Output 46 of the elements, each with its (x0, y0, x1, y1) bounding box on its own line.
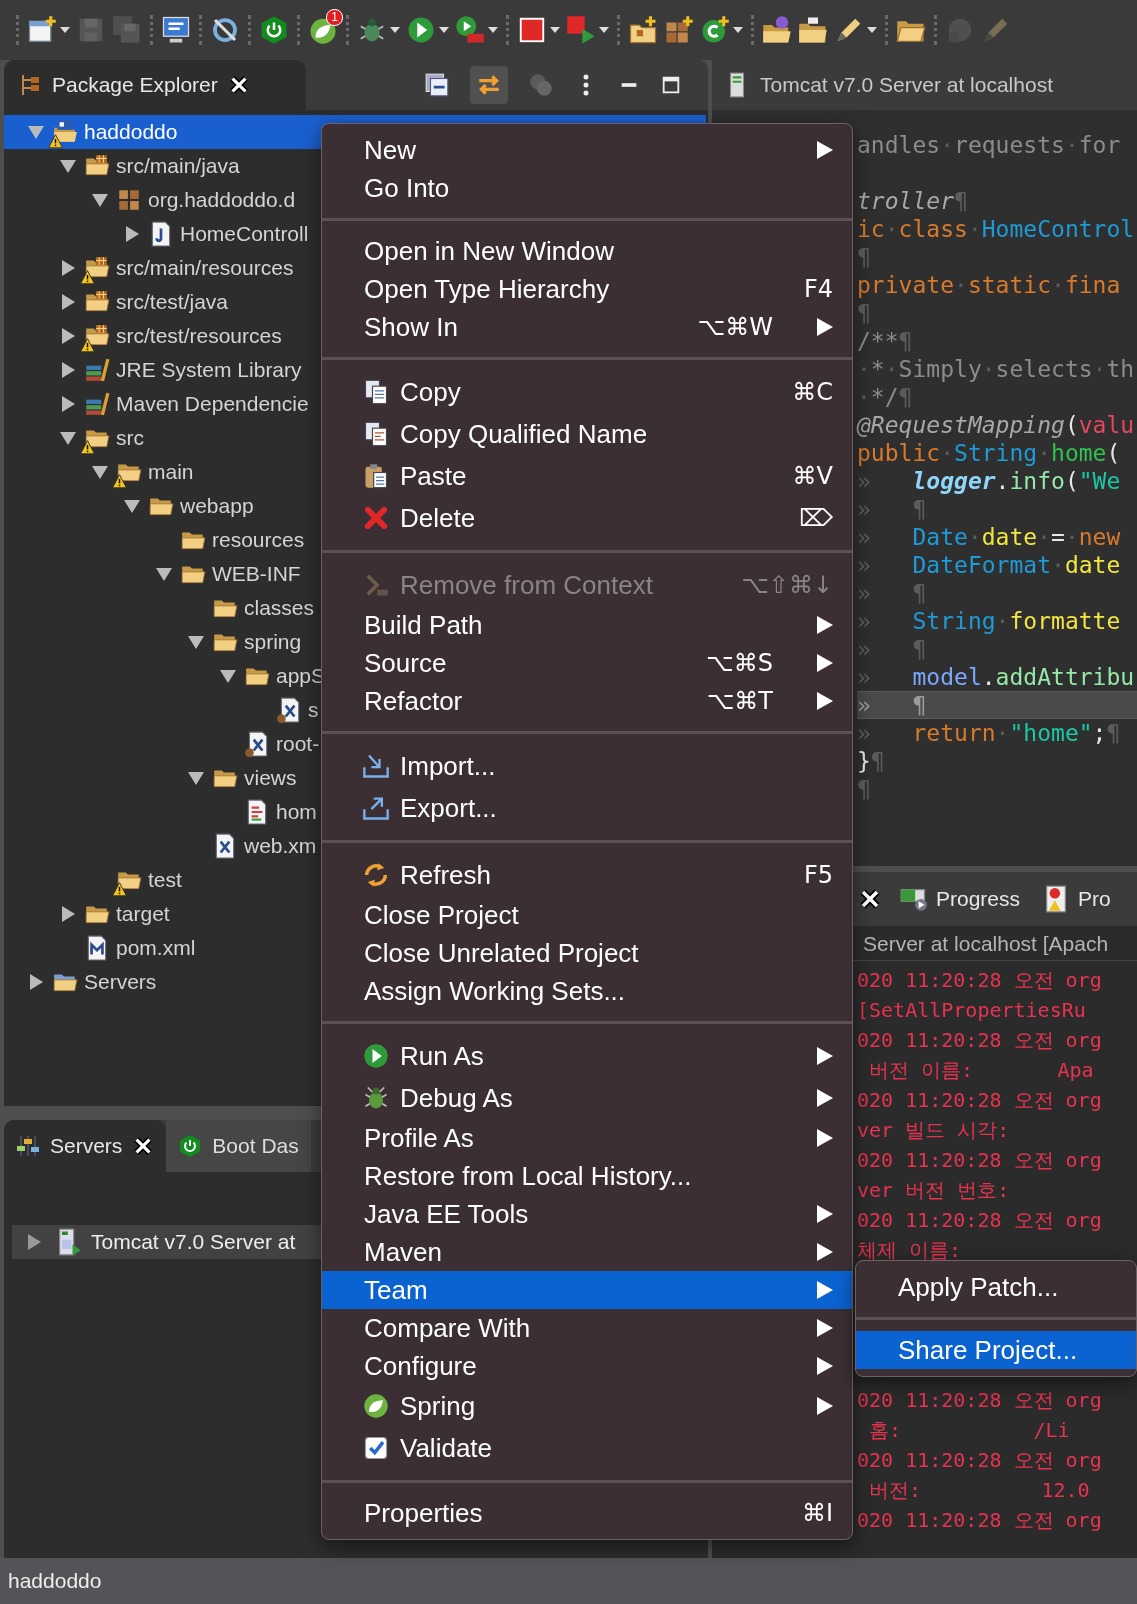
console-line: ver 빌드 시각: (857, 1117, 1011, 1144)
code-line: private·static·fina (857, 271, 1122, 299)
console-line: ver 버전 번호: (857, 1177, 1011, 1204)
code-line: ic·class·HomeControl (857, 215, 1136, 243)
code-line: » ¶ (857, 495, 928, 523)
shortcut-text: ⌦ (799, 504, 833, 532)
console-line: 020 11:20:28 오전 org (857, 1387, 1103, 1414)
code-line: ¶ (857, 243, 872, 271)
shortcut-text: F5 (803, 861, 833, 889)
code-line: andles·requests·for (857, 131, 1122, 159)
console-line: 020 11:20:28 오전 org (857, 1087, 1103, 1114)
code-line: ¶ (857, 299, 872, 327)
code-line: » logger.info("We (857, 467, 1122, 495)
code-line: @RequestMapping(valu (857, 411, 1136, 439)
code-line: ·*·Simply·selects·th (857, 355, 1136, 383)
shortcut-text: F4 (803, 275, 833, 303)
console-line: 020 11:20:28 오전 org (857, 1507, 1103, 1534)
code-line: /**¶ (857, 327, 914, 355)
code-line: » ¶ (857, 579, 928, 607)
code-line: » Date·date·=·new (857, 523, 1122, 551)
code-line: ¶ (857, 775, 872, 803)
shortcut-text: ⌘I (801, 1499, 833, 1527)
code-line: }¶ (857, 747, 886, 775)
shortcut-text: ⌥⌘W (697, 313, 773, 341)
console-line: [SetAllPropertiesRu (857, 997, 1087, 1024)
code-line: » model.addAttribu (857, 663, 1136, 691)
console-line: 버전 이름: Apa (868, 1057, 1095, 1084)
console-line: 020 11:20:28 오전 org (857, 1207, 1103, 1234)
console-line: 020 11:20:28 오전 org (857, 1147, 1103, 1174)
console-line: 020 11:20:28 오전 org (857, 1027, 1103, 1054)
code-line: public·String·home( (857, 439, 1122, 467)
shortcut-text: ⌥⌘S (706, 649, 773, 677)
shortcut-text: ⌘C (792, 378, 833, 406)
console-line: 홈: /Li (868, 1417, 1071, 1444)
shortcut-text: ⌘V (792, 462, 833, 490)
console-line: 체제 이름: (857, 1237, 963, 1264)
shortcut-text: ⌥⌘T (706, 687, 773, 715)
console-line: 020 11:20:28 오전 org (857, 967, 1103, 994)
notification-badge: 1 (326, 9, 343, 26)
code-line: » DateFormat·date (857, 551, 1122, 579)
code-line: » ¶ (857, 635, 928, 663)
shortcut-text: ⌥⇧⌘↓ (741, 571, 833, 599)
console-line: 020 11:20:28 오전 org (857, 1447, 1103, 1474)
code-line: ·*/¶ (857, 383, 914, 411)
status-text: haddoddo (8, 1569, 102, 1593)
console-line: 버전: 12.0 (868, 1477, 1091, 1504)
